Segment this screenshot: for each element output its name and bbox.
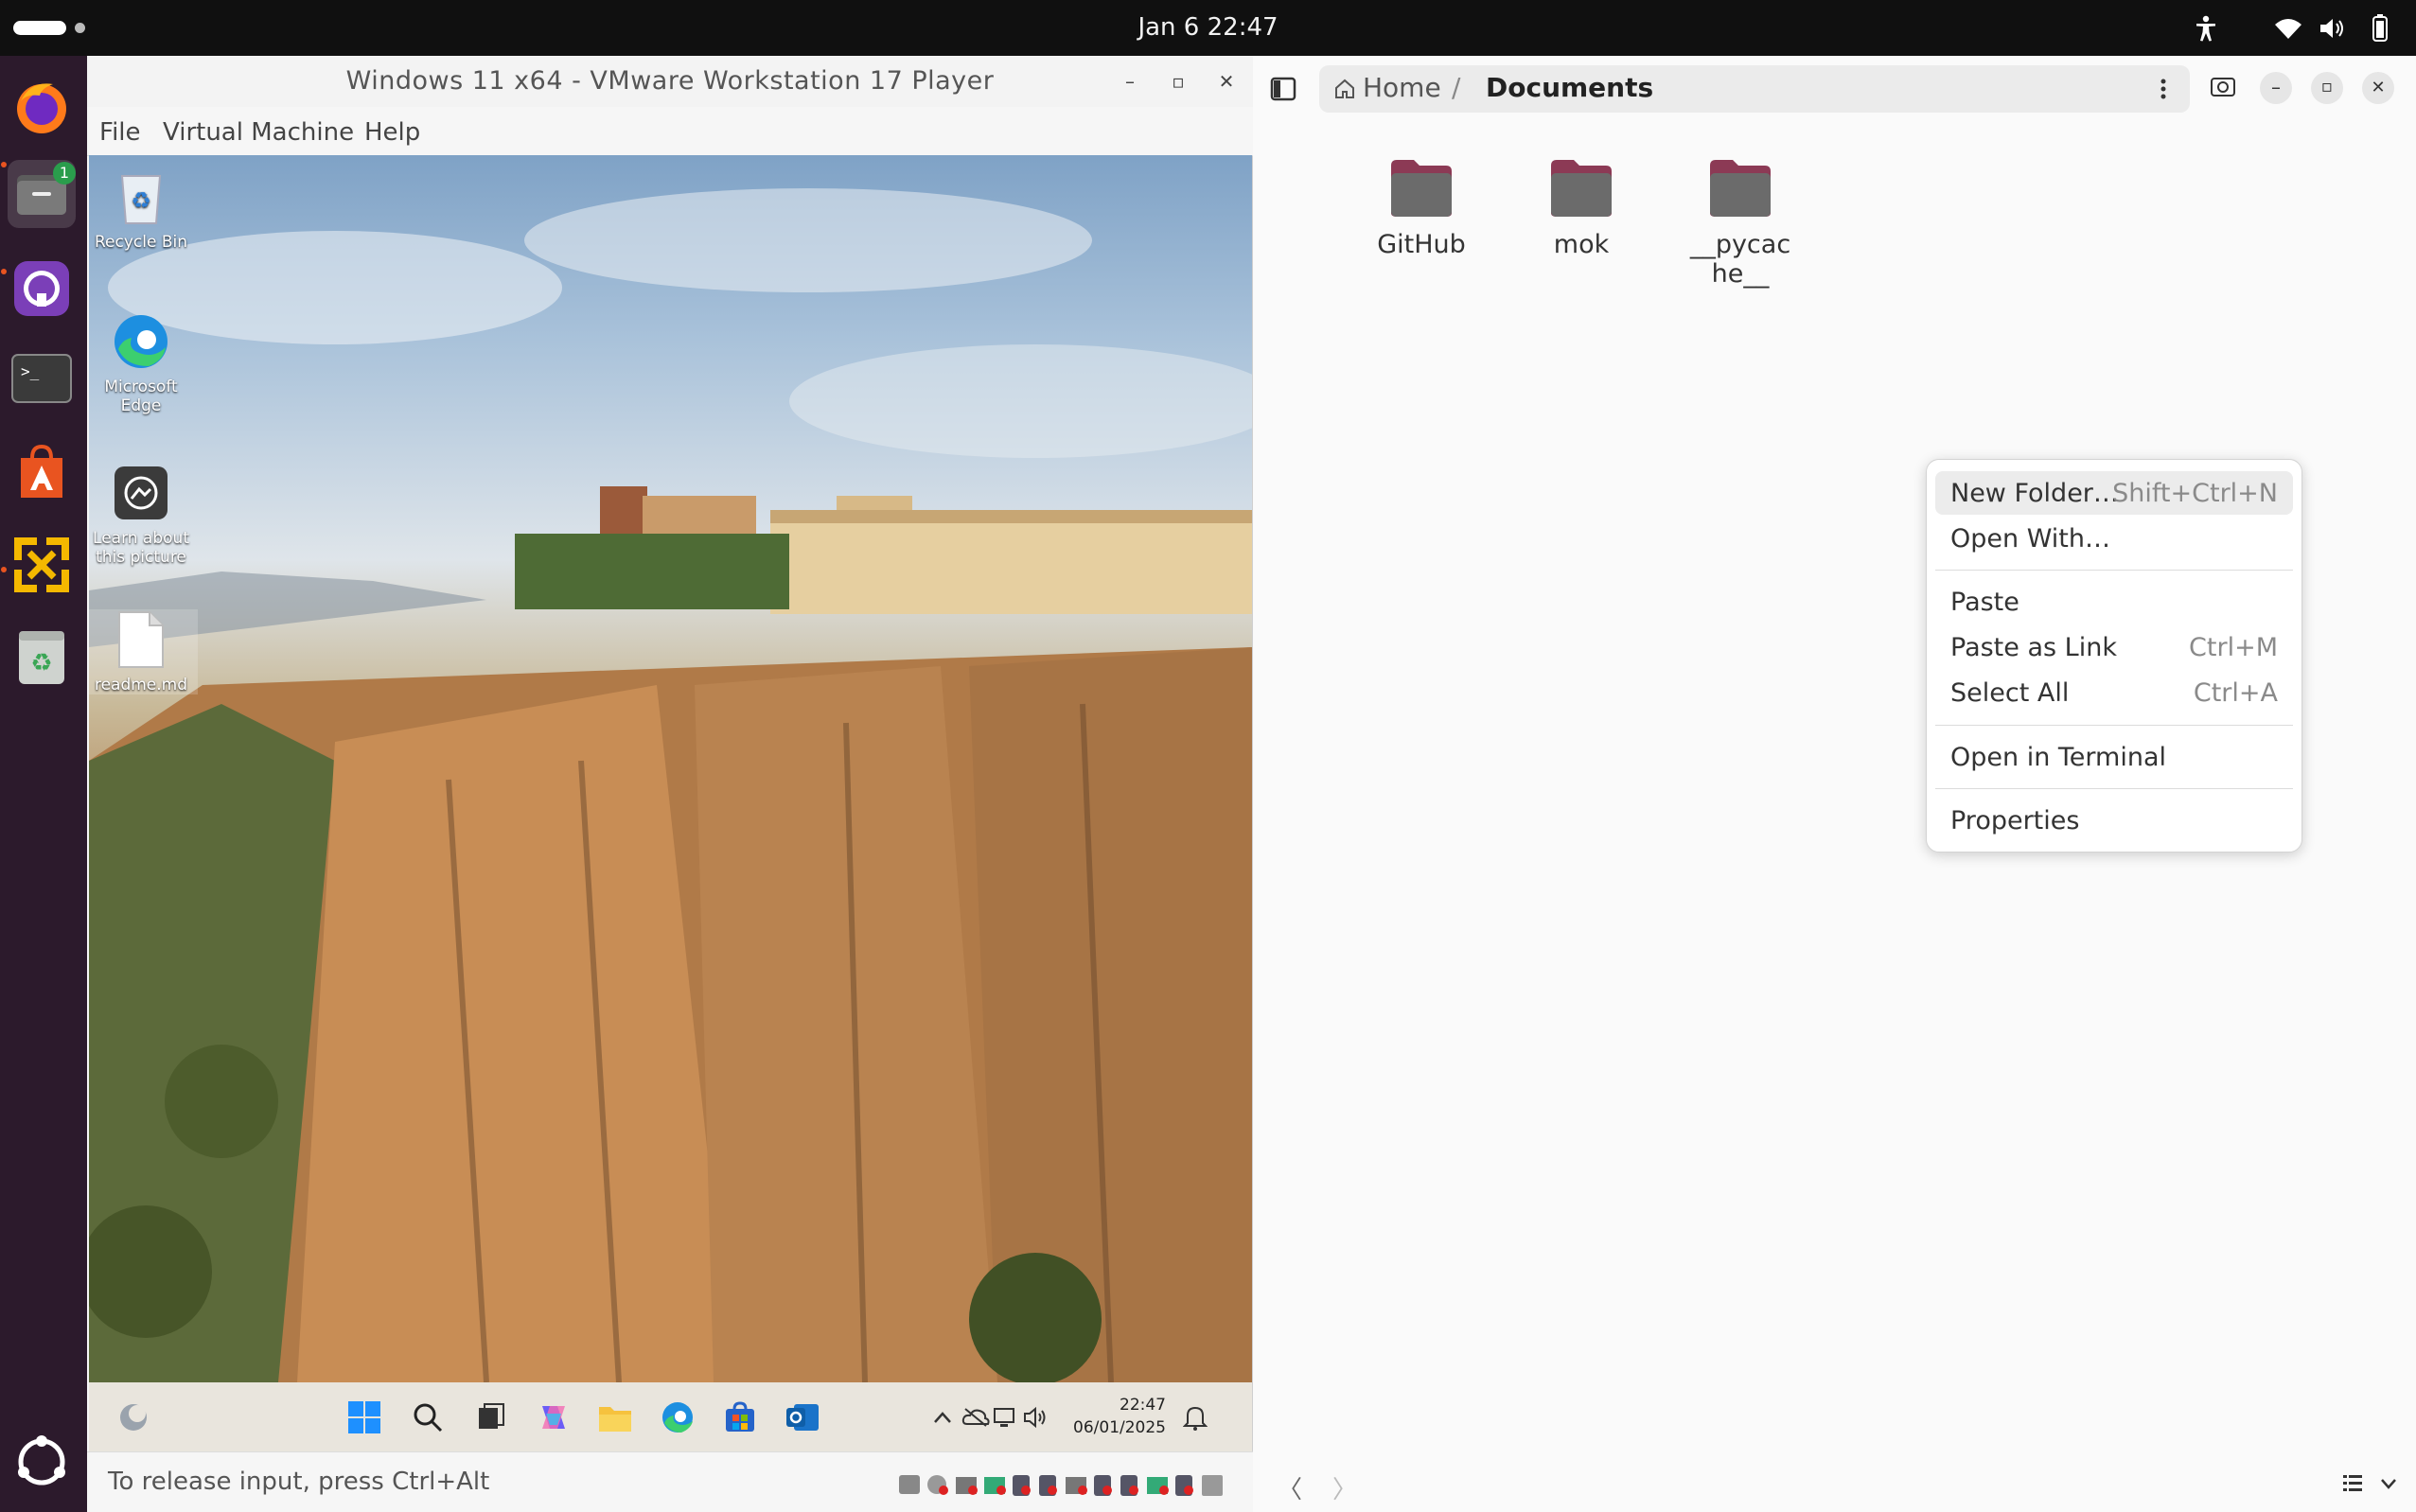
files-icon[interactable]: 1 [8, 160, 76, 228]
microsoft-edge-desktop-icon[interactable]: Microsoft Edge [89, 311, 198, 415]
desktop-icon-label: Recycle Bin [94, 233, 187, 252]
edge-taskbar-icon[interactable] [660, 1399, 696, 1435]
recycle-bin-desktop-icon[interactable]: ♻ Recycle Bin [89, 167, 198, 252]
trash-icon[interactable]: ♻ [8, 624, 76, 692]
github-desktop-icon[interactable] [8, 255, 76, 323]
maximize-button[interactable]: ▫ [2311, 72, 2343, 104]
menu-separator [1935, 788, 2293, 789]
app-center-icon[interactable] [8, 439, 76, 507]
volume-icon[interactable] [2319, 14, 2347, 43]
folder-item[interactable]: mok [1510, 158, 1652, 259]
menu-item-paste-as-link[interactable]: Paste as Link Ctrl+M [1935, 625, 2293, 669]
wallpaper-image [89, 188, 1252, 1382]
view-options-chevron-down-icon[interactable] [2379, 1476, 2398, 1489]
menu-virtual-machine[interactable]: Virtual Machine [163, 118, 354, 147]
task-view-icon[interactable] [472, 1399, 508, 1435]
menu-item-select-all[interactable]: Select All Ctrl+A [1935, 671, 2293, 714]
vmware-window: Windows 11 x64 - VMware Workstation 17 P… [87, 56, 1253, 1512]
show-hidden-icons-chevron-up-icon[interactable] [925, 1399, 961, 1435]
minimize-button[interactable]: – [2260, 72, 2292, 104]
vm-menubar: File Virtual Machine Help [87, 107, 1253, 156]
folder-label: __pycache__ [1689, 230, 1791, 289]
accessibility-icon[interactable] [2192, 14, 2220, 43]
svg-text:♻: ♻ [131, 187, 151, 214]
outlook-icon[interactable] [785, 1399, 820, 1435]
menu-item-properties[interactable]: Properties [1935, 799, 2293, 842]
file-explorer-icon[interactable] [597, 1399, 633, 1435]
desktop-icon-label: Microsoft Edge [104, 378, 178, 415]
running-indicator [1, 162, 7, 167]
window-title: Windows 11 x64 - VMware Workstation 17 P… [87, 56, 1253, 107]
notification-badge: 1 [53, 162, 76, 185]
copilot-icon[interactable] [536, 1399, 572, 1435]
running-indicator [1, 269, 7, 274]
search-icon[interactable] [2209, 73, 2237, 101]
back-chevron-icon[interactable]: 〈 [1278, 1470, 1302, 1505]
clock[interactable]: Jan 6 22:47 [0, 13, 2416, 42]
folder-icon [1387, 158, 1455, 219]
readme-desktop-icon[interactable]: readme.md [89, 609, 198, 694]
menu-separator [1935, 725, 2293, 726]
more-options-icon[interactable] [2154, 77, 2173, 101]
folder-icon [1547, 158, 1615, 219]
folder-item[interactable]: __pycache__ [1669, 158, 1811, 289]
maximize-button[interactable]: ▫ [1165, 68, 1191, 95]
wifi-icon[interactable] [2274, 14, 2302, 43]
microsoft-store-icon[interactable] [722, 1399, 758, 1435]
notifications-bell-icon[interactable] [1177, 1399, 1213, 1435]
path-bar[interactable]: Home / Documents [1319, 65, 2190, 113]
windows-start-icon[interactable] [346, 1399, 382, 1435]
files-footer: 〈 〉 [1253, 1451, 2416, 1512]
files-headerbar: Home / Documents – ▫ ✕ [1253, 56, 2416, 122]
breadcrumb-separator: / [1452, 72, 1461, 103]
sidebar-toggle-icon[interactable] [1270, 77, 1296, 101]
show-apps-icon[interactable] [8, 1428, 76, 1496]
terminal-icon[interactable]: >_ [8, 344, 76, 413]
windows-taskbar: 22:47 06/01/2025 [89, 1382, 1252, 1451]
release-input-hint: To release input, press Ctrl+Alt [108, 1468, 490, 1496]
forward-chevron-icon[interactable]: 〉 [1332, 1470, 1357, 1505]
vmware-player-icon[interactable] [8, 531, 76, 599]
device-status-icons[interactable] [897, 1471, 1238, 1498]
menu-item-open-with[interactable]: Open With… [1935, 517, 2293, 560]
speaker-icon[interactable] [1018, 1399, 1054, 1435]
folder-icon [1706, 158, 1774, 219]
taskbar-date[interactable]: 06/01/2025 [1066, 1418, 1166, 1437]
menu-separator [1935, 570, 2293, 571]
battery-icon[interactable] [2366, 14, 2394, 43]
learn-about-picture-desktop-icon[interactable]: Learn about this picture [89, 463, 198, 567]
taskbar-time[interactable]: 22:47 [1090, 1396, 1166, 1415]
widgets-icon[interactable] [115, 1399, 151, 1435]
menu-file[interactable]: File [99, 118, 141, 147]
menu-item-open-in-terminal[interactable]: Open in Terminal [1935, 735, 2293, 779]
svg-text:♻: ♻ [30, 649, 52, 677]
guest-desktop[interactable]: ♻ Recycle Bin Microsoft Edge Learn about… [89, 155, 1252, 1382]
vm-statusbar: To release input, press Ctrl+Alt [87, 1451, 1253, 1512]
firefox-icon[interactable] [8, 73, 76, 141]
top-bar: Jan 6 22:47 [0, 0, 2416, 56]
close-button[interactable]: ✕ [1213, 68, 1240, 95]
folder-label: mok [1553, 230, 1610, 259]
list-view-icon[interactable] [2341, 1472, 2364, 1493]
dock: 1 >_ ♻ [0, 56, 87, 1512]
context-menu: New Folder… Shift+Ctrl+N Open With… Past… [1926, 459, 2302, 853]
menu-item-paste[interactable]: Paste [1935, 580, 2293, 624]
svg-text:>_: >_ [21, 362, 40, 380]
menu-item-new-folder[interactable]: New Folder… Shift+Ctrl+N [1935, 471, 2293, 515]
minimize-button[interactable]: – [1117, 68, 1143, 95]
breadcrumb-current[interactable]: Documents [1486, 72, 1653, 103]
desktop-icon-label: readme.md [94, 676, 188, 694]
folder-item[interactable]: GitHub [1350, 158, 1492, 259]
running-indicator [1, 567, 7, 572]
desktop-icon-label: Learn about this picture [93, 529, 189, 567]
home-icon[interactable] [1334, 79, 1355, 99]
folder-label: GitHub [1377, 230, 1466, 259]
close-button[interactable]: ✕ [2362, 72, 2394, 104]
search-icon[interactable] [410, 1399, 446, 1435]
breadcrumb-home[interactable]: Home [1363, 72, 1441, 103]
menu-help[interactable]: Help [364, 118, 420, 147]
